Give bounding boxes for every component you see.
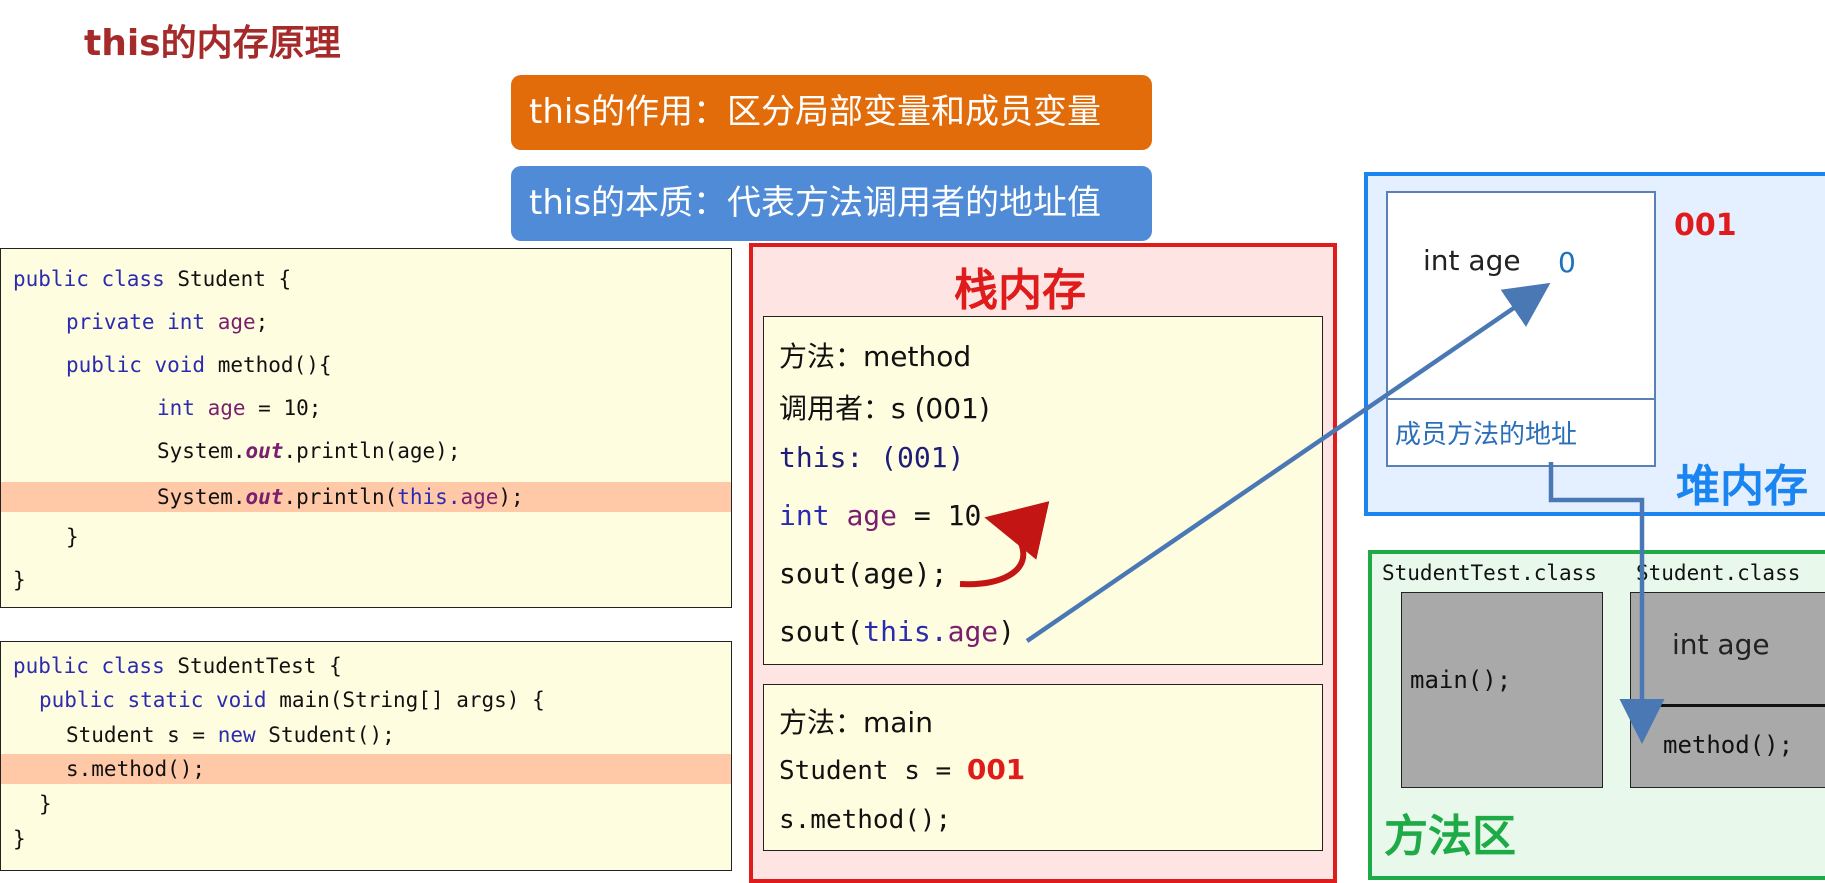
frame-sout-age: sout(age); bbox=[779, 557, 948, 590]
frame-main-call: s.method(); bbox=[779, 805, 952, 835]
student-test-class-name: StudentTest.class bbox=[1382, 561, 1597, 585]
code-field: age bbox=[947, 615, 999, 648]
code-line: } bbox=[66, 525, 79, 549]
code-keyword: int bbox=[157, 396, 195, 420]
heap-field-label: int age bbox=[1423, 244, 1521, 277]
code-text: ); bbox=[498, 485, 524, 509]
student-test-code-panel: public class StudentTest { public static… bbox=[0, 641, 732, 871]
code-text: System. bbox=[157, 439, 246, 463]
code-text: ) bbox=[998, 615, 1016, 648]
code-line: } bbox=[13, 568, 26, 592]
code-line: public class StudentTest { bbox=[1, 654, 731, 678]
method-area-title: 方法区 bbox=[1384, 811, 1516, 862]
student-class-name: Student.class bbox=[1636, 561, 1801, 585]
code-line: public void method(){ bbox=[1, 353, 731, 377]
frame-local-variable: int age = 10 bbox=[779, 499, 981, 532]
page-title: this的内存原理 bbox=[84, 23, 341, 64]
student-class-code-panel: public class Student { private int age; … bbox=[0, 248, 732, 608]
code-line: System.out.println(age); bbox=[1, 439, 731, 463]
code-text: .println( bbox=[283, 485, 398, 509]
code-keyword: public class bbox=[13, 267, 165, 291]
code-text: .println(age); bbox=[283, 439, 461, 463]
code-text: Student s = bbox=[66, 723, 218, 747]
code-line: public static void main(String[] args) { bbox=[1, 688, 731, 712]
student-class-field: int age bbox=[1672, 628, 1770, 661]
frame-main-declaration: Student s = 001 bbox=[779, 753, 1025, 786]
code-text: method(){ bbox=[205, 353, 332, 377]
code-text: ; bbox=[255, 310, 269, 334]
stack-memory-title: 栈内存 bbox=[954, 265, 1086, 316]
heap-object-divider bbox=[1386, 398, 1656, 400]
code-keyword: new bbox=[217, 723, 256, 747]
code-text: StudentTest { bbox=[164, 654, 342, 678]
code-field: age bbox=[460, 485, 499, 509]
code-text: Student s = bbox=[779, 756, 967, 786]
code-line: public class Student { bbox=[1, 267, 731, 291]
main-stack-frame: 方法：main Student s = 001 s.method(); bbox=[763, 684, 1323, 851]
code-keyword: this. bbox=[397, 485, 461, 509]
this-label: this: bbox=[779, 441, 881, 474]
code-text: Student { bbox=[164, 267, 292, 291]
banner-this-essence: this的本质：代表方法调用者的地址值 bbox=[511, 166, 1152, 241]
code-field: age bbox=[217, 310, 256, 334]
frame-main-name: 方法：main bbox=[779, 706, 933, 739]
method-stack-frame: 方法：method 调用者：s (001) this: (001) int ag… bbox=[763, 316, 1323, 665]
code-text: = 10; bbox=[245, 396, 322, 420]
code-line: int age = 10; bbox=[1, 396, 731, 420]
code-variable: age bbox=[207, 396, 246, 420]
banner-this-purpose: this的作用：区分局部变量和成员变量 bbox=[511, 75, 1152, 150]
frame-caller: 调用者：s (001) bbox=[779, 392, 990, 425]
code-line: Student s = new Student(); bbox=[1, 723, 731, 747]
heap-memory-title: 堆内存 bbox=[1676, 461, 1808, 512]
frame-main-address: 001 bbox=[966, 753, 1026, 786]
code-line-highlighted: System.out.println(this.age); bbox=[1, 482, 731, 512]
code-keyword: private int bbox=[66, 310, 206, 334]
frame-method-name: 方法：method bbox=[779, 340, 972, 373]
code-text: main(String[] args) { bbox=[266, 688, 545, 712]
student-test-main-method: main(); bbox=[1410, 666, 1512, 694]
code-line: } bbox=[39, 792, 52, 816]
code-variable: age bbox=[846, 499, 898, 532]
code-line: } bbox=[13, 827, 26, 851]
this-value: (001) bbox=[880, 441, 965, 474]
code-keyword: int bbox=[779, 499, 830, 532]
student-class-divider bbox=[1630, 704, 1825, 707]
frame-this-ref: this: (001) bbox=[779, 441, 964, 474]
code-line-highlighted: s.method(); bbox=[1, 754, 731, 784]
code-keyword: public static void bbox=[39, 688, 267, 712]
code-keyword: public class bbox=[13, 654, 165, 678]
frame-sout-this-age: sout(this.age) bbox=[779, 615, 1015, 648]
code-text: sout( bbox=[779, 615, 864, 648]
heap-field-value: 0 bbox=[1558, 246, 1576, 279]
code-text: Student(); bbox=[255, 723, 395, 747]
code-static-field: out bbox=[245, 439, 284, 463]
code-keyword: this. bbox=[863, 615, 948, 648]
code-keyword: public void bbox=[66, 353, 206, 377]
code-text: = 10 bbox=[897, 499, 982, 532]
student-class-method: method(); bbox=[1663, 731, 1794, 759]
heap-object-address: 001 bbox=[1674, 208, 1737, 243]
code-static-field: out bbox=[245, 485, 284, 509]
heap-member-methods-label: 成员方法的地址 bbox=[1395, 420, 1578, 450]
code-text: System. bbox=[157, 485, 246, 509]
code-line: private int age; bbox=[1, 310, 731, 334]
